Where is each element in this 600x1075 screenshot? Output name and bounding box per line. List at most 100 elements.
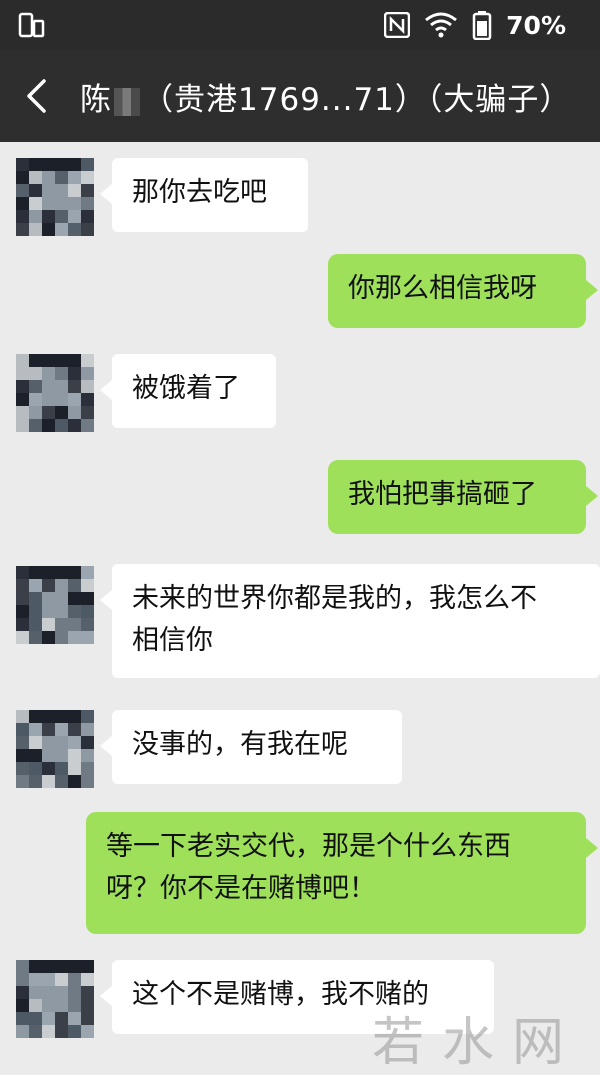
avatar-mosaic-pixel [42,618,55,631]
avatar-mosaic-pixel [42,184,55,197]
wifi-icon [425,12,458,38]
avatar-mosaic-pixel [42,210,55,223]
battery-icon [472,11,492,40]
avatar-mosaic-pixel [42,158,55,171]
avatar-mosaic-pixel [55,579,68,592]
avatar-mosaic-pixel [55,367,68,380]
avatar-mosaic-pixel [55,710,68,723]
avatar-mosaic-pixel [68,762,81,775]
avatar-mosaic-pixel [16,592,29,605]
avatar-mosaic-pixel [16,986,29,999]
avatar-mosaic-pixel [55,618,68,631]
avatar-mosaic-pixel [68,197,81,210]
avatar[interactable] [16,158,94,236]
avatar-mosaic-pixel [29,618,42,631]
avatar-mosaic-pixel [55,605,68,618]
nfc-icon [384,12,411,38]
chat-area[interactable]: 那你去吃吧 你那么相信我呀 被饿着了 我怕把事搞砸了 未来的世界你都是我的，我怎… [0,142,600,1071]
avatar-mosaic-pixel [55,973,68,986]
avatar-mosaic-pixel [29,775,42,788]
incoming-message[interactable]: 没事的，有我在呢 [100,710,402,784]
avatar-mosaic-pixel [68,354,81,367]
avatar-mosaic-pixel [29,579,42,592]
avatar-mosaic-pixel [29,710,42,723]
avatar-mosaic-pixel [16,354,29,367]
avatar-mosaic-pixel [81,736,94,749]
avatar-mosaic-pixel [16,406,29,419]
avatar-mosaic-pixel [55,419,68,432]
avatar-mosaic-pixel [55,749,68,762]
avatar-mosaic-pixel [81,197,94,210]
avatar-mosaic-pixel [42,354,55,367]
avatar-mosaic-pixel [42,406,55,419]
outgoing-message[interactable]: 等一下老实交代，那是个什么东西 呀？你不是在赌博吧！ [86,812,598,934]
avatar-mosaic-pixel [68,973,81,986]
avatar-mosaic-pixel [29,723,42,736]
avatar-mosaic-pixel [16,419,29,432]
avatar[interactable] [16,566,94,644]
avatar-mosaic-pixel [16,973,29,986]
chat-title: 陈 （贵港1769...71）（大骗子） [80,74,571,119]
avatar-mosaic-pixel [16,736,29,749]
avatar-mosaic-pixel [55,592,68,605]
avatar-mosaic-pixel [68,723,81,736]
avatar-mosaic-pixel [29,223,42,236]
avatar-mosaic-pixel [55,393,68,406]
avatar-mosaic-pixel [81,419,94,432]
avatar-mosaic-pixel [29,380,42,393]
avatar-mosaic-pixel [42,171,55,184]
avatar-mosaic-pixel [68,960,81,973]
avatar-mosaic-pixel [81,618,94,631]
avatar-mosaic-pixel [81,775,94,788]
avatar-mosaic-pixel [42,973,55,986]
contact-note: （贵港1769...71）（大骗子） [142,82,572,118]
avatar-mosaic-pixel [16,566,29,579]
avatar-mosaic-pixel [29,986,42,999]
avatar-mosaic-pixel [29,184,42,197]
avatar-mosaic-pixel [16,158,29,171]
avatar-mosaic-pixel [81,605,94,618]
avatar-mosaic-pixel [42,566,55,579]
avatar-mosaic-pixel [55,986,68,999]
incoming-message[interactable]: 被饿着了 [100,354,276,428]
avatar-mosaic-pixel [55,184,68,197]
avatar-mosaic-pixel [29,999,42,1012]
back-arrow-icon[interactable] [22,78,52,114]
avatar-mosaic-pixel [42,710,55,723]
avatar-mosaic-pixel [68,406,81,419]
incoming-message[interactable]: 未来的世界你都是我的，我怎么不 相信你 [100,564,600,678]
avatar-mosaic-pixel [42,579,55,592]
avatar-mosaic-pixel [68,419,81,432]
avatar-mosaic-pixel [81,367,94,380]
avatar[interactable] [16,960,94,1038]
avatar-mosaic-pixel [68,1012,81,1025]
avatar-mosaic-pixel [29,631,42,644]
avatar-mosaic-pixel [68,223,81,236]
avatar-mosaic-pixel [55,223,68,236]
avatar[interactable] [16,710,94,788]
sim-icon [18,12,45,38]
avatar[interactable] [16,354,94,432]
avatar-mosaic-pixel [42,749,55,762]
avatar-mosaic-pixel [68,986,81,999]
avatar-mosaic-pixel [29,566,42,579]
avatar-mosaic-pixel [68,618,81,631]
outgoing-message[interactable]: 我怕把事搞砸了 [328,460,598,534]
battery-percent: 70% [506,10,566,40]
avatar-mosaic-pixel [81,223,94,236]
avatar-mosaic-pixel [81,184,94,197]
avatar-mosaic-pixel [81,723,94,736]
avatar-mosaic-pixel [68,775,81,788]
avatar-mosaic-pixel [16,579,29,592]
avatar-mosaic-pixel [68,605,81,618]
avatar-mosaic-pixel [29,973,42,986]
incoming-message[interactable]: 那你去吃吧 [100,158,308,232]
avatar-mosaic-pixel [29,762,42,775]
avatar-mosaic-pixel [81,762,94,775]
avatar-mosaic-pixel [55,354,68,367]
avatar-mosaic-pixel [42,960,55,973]
avatar-mosaic-pixel [81,566,94,579]
outgoing-message[interactable]: 你那么相信我呀 [328,254,598,328]
avatar-mosaic-pixel [81,393,94,406]
avatar-mosaic-pixel [81,973,94,986]
